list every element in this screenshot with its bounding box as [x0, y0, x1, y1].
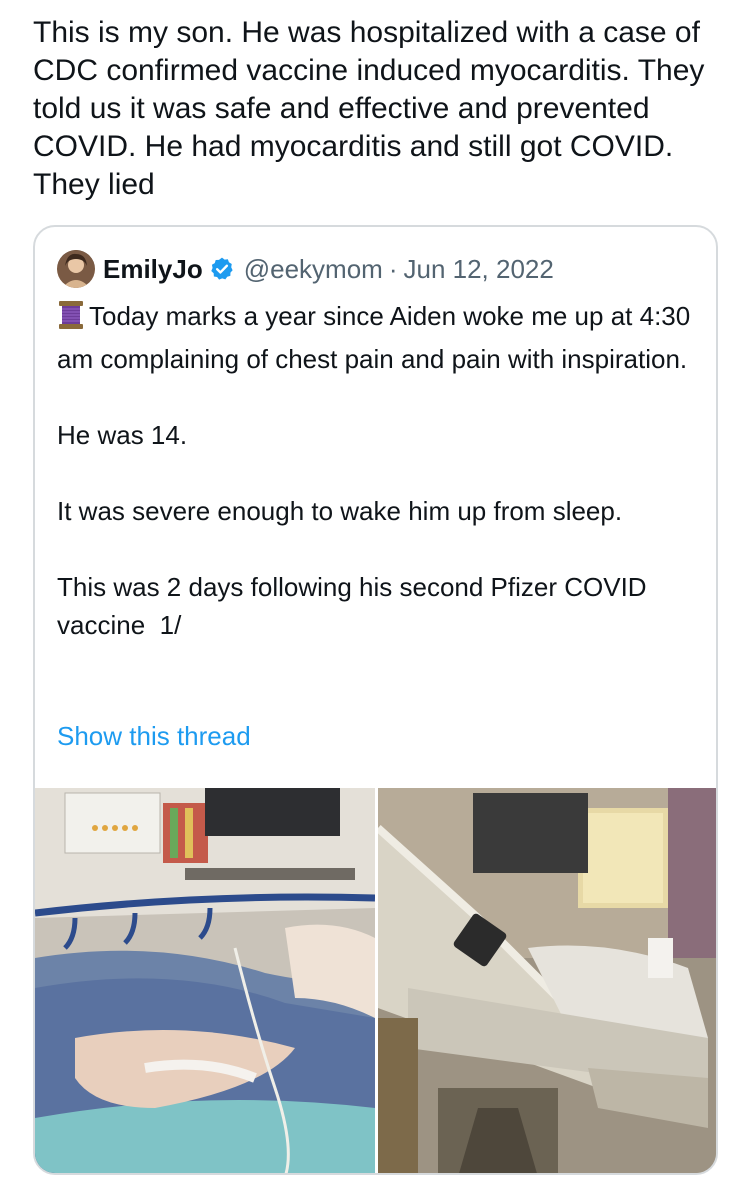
show-thread-link[interactable]: Show this thread: [57, 721, 251, 752]
quoted-tweet-header: EmilyJo @eekymom · Jun 12, 2022: [57, 249, 554, 289]
spool-of-thread-icon: [57, 300, 85, 340]
body-paragraph: He was 14.: [57, 420, 188, 450]
body-paragraph: This was 2 days following his second Pfi…: [57, 572, 654, 640]
body-paragraph: It was severe enough to wake him up from…: [57, 496, 623, 526]
tweet-date[interactable]: Jun 12, 2022: [403, 254, 553, 285]
separator-dot: ·: [388, 253, 398, 284]
author-handle[interactable]: @eekymom: [244, 254, 383, 285]
hospital-photo-right[interactable]: [378, 788, 716, 1173]
hospital-photo-left[interactable]: [35, 788, 375, 1173]
body-text: Today marks a year since Aiden woke me u…: [57, 301, 698, 374]
author-name[interactable]: EmilyJo: [103, 254, 203, 285]
quoted-tweet-body: Today marks a year since Aiden woke me u…: [57, 297, 697, 644]
avatar[interactable]: [57, 250, 95, 288]
verified-badge-icon: [209, 256, 235, 282]
quoted-tweet-card[interactable]: EmilyJo @eekymom · Jun 12, 2022 Today ma…: [33, 225, 718, 1175]
tweet-text: This is my son. He was hospitalized with…: [33, 16, 713, 201]
body-paragraph: Today marks a year since Aiden woke me u…: [57, 297, 697, 378]
